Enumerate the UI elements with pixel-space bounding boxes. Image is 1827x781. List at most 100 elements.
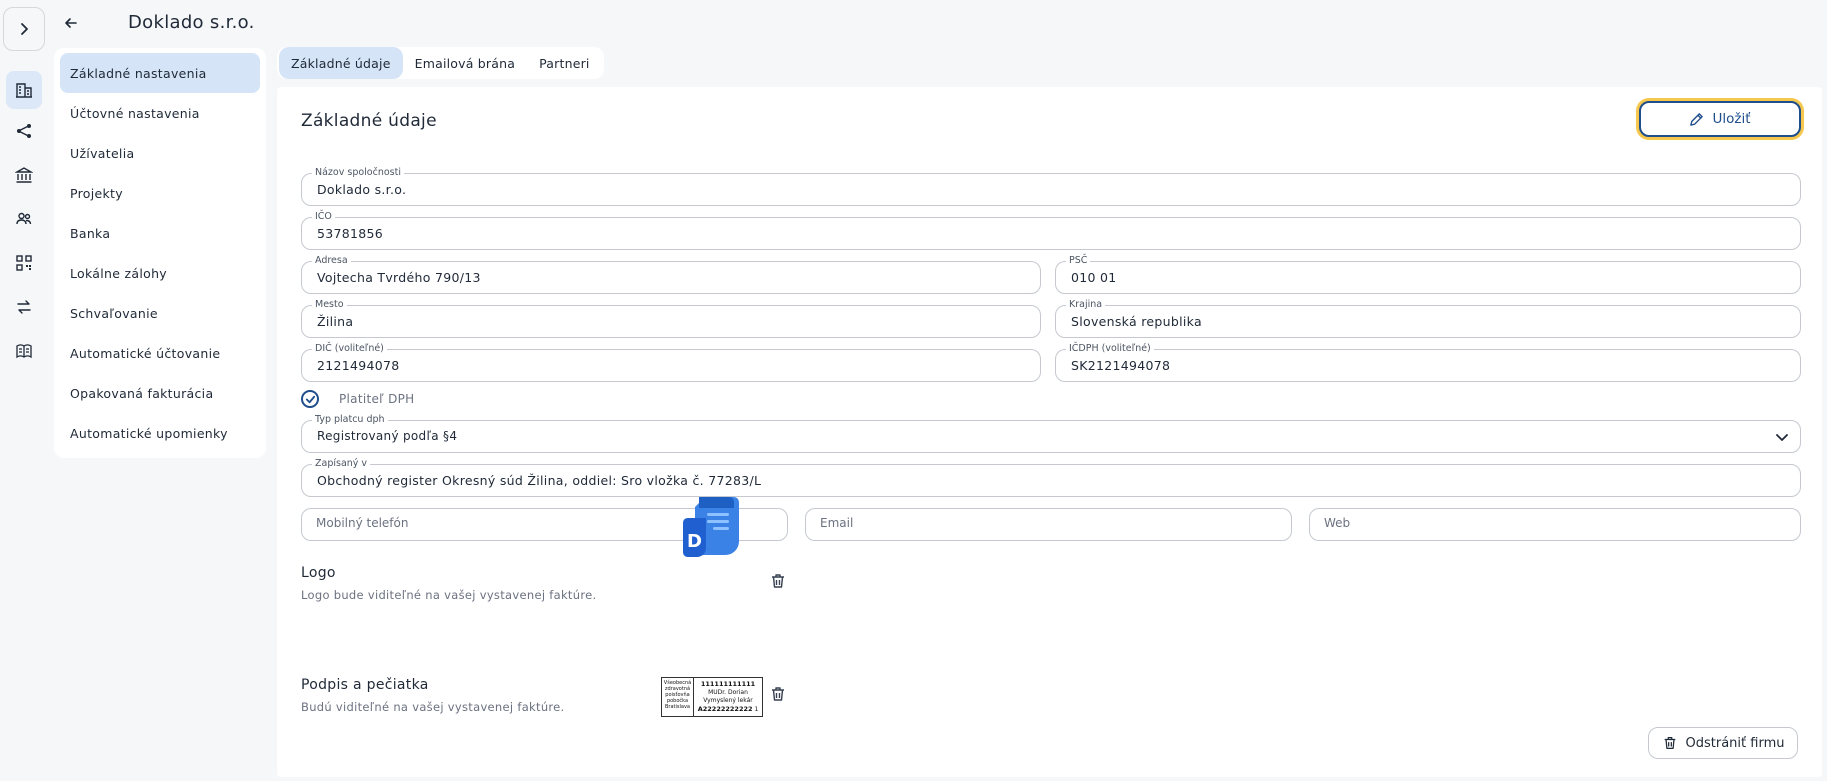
qr-code-icon	[16, 255, 32, 271]
tab-partners[interactable]: Partneri	[527, 47, 602, 79]
book-icon	[16, 344, 32, 359]
delete-logo-button[interactable]	[767, 570, 789, 592]
vat-type-select[interactable]: Typ platcu dph Registrovaný podľa §4	[301, 414, 1801, 453]
psc-field[interactable]: PSČ 010 01	[1055, 255, 1801, 294]
settings-menu: Základné nastavenia Účtovné nastavenia U…	[54, 48, 266, 458]
vat-payer-checkbox[interactable]	[301, 390, 319, 408]
trash-icon	[772, 574, 784, 588]
trash-icon	[1664, 737, 1675, 749]
expand-rail-button[interactable]	[3, 7, 45, 51]
ico-label: IČO	[312, 211, 335, 223]
stamp-line3: A22222222222	[697, 705, 753, 713]
icdph-value: SK2121494078	[1071, 358, 1171, 373]
logo-title: Logo	[301, 565, 336, 581]
icdph-field[interactable]: IČDPH (voliteľné) SK2121494078	[1055, 343, 1801, 382]
rail-qr-button[interactable]	[8, 247, 40, 279]
dic-value: 2121494078	[317, 358, 400, 373]
ico-field[interactable]: IČO 53781856	[301, 211, 1801, 250]
web-field[interactable]	[1309, 508, 1801, 541]
delete-company-button[interactable]: Odstrániť firmu	[1648, 727, 1798, 759]
vat-type-label: Typ platcu dph	[312, 414, 388, 426]
stamp-mark: 1	[754, 706, 759, 713]
tab-basic-info[interactable]: Základné údaje	[279, 47, 403, 79]
share-flow-icon	[17, 124, 31, 138]
company-name-field[interactable]: Názov spoločnosti Doklado s.r.o.	[301, 167, 1801, 206]
rail-company-button[interactable]	[6, 71, 42, 109]
page-title: Doklado s.r.o.	[128, 12, 255, 33]
nav-rail	[0, 0, 48, 781]
save-label: Uložiť	[1712, 111, 1751, 127]
section-title: Základné údaje	[301, 111, 437, 131]
country-field[interactable]: Krajina Slovenská republika	[1055, 299, 1801, 338]
logo-description: Logo bude viditeľné na vašej vystavenej …	[301, 588, 597, 602]
tab-bar: Základné údaje Emailová brána Partneri	[277, 47, 604, 79]
basic-info-card: Základné údaje Uložiť Názov spoločnosti …	[277, 87, 1822, 777]
registered-value: Obchodný register Okresný súd Žilina, od…	[317, 473, 762, 488]
vat-payer-row: Platiteľ DPH	[301, 390, 414, 408]
registered-label: Zapísaný v	[312, 458, 371, 470]
vat-type-value: Registrovaný podľa §4	[317, 429, 458, 443]
menu-item-users[interactable]: Užívatelia	[60, 133, 260, 173]
menu-item-accounting-settings[interactable]: Účtovné nastavenia	[60, 93, 260, 133]
city-value: Žilina	[317, 314, 354, 329]
dic-field[interactable]: DIČ (voliteľné) 2121494078	[301, 343, 1041, 382]
tab-email-gateway[interactable]: Emailová brána	[403, 47, 527, 79]
dic-label: DIČ (voliteľné)	[312, 343, 387, 355]
address-label: Adresa	[312, 255, 351, 267]
chevron-right-icon	[21, 23, 28, 35]
arrow-left-icon	[65, 18, 77, 28]
delete-signature-button[interactable]	[767, 683, 789, 705]
pencil-icon	[1690, 112, 1704, 126]
email-field[interactable]	[805, 508, 1292, 541]
vat-payer-label: Platiteľ DPH	[339, 392, 415, 406]
rail-users-button[interactable]	[8, 203, 40, 235]
city-field[interactable]: Mesto Žilina	[301, 299, 1041, 338]
rail-flow-button[interactable]	[8, 115, 40, 147]
web-input[interactable]	[1324, 516, 1716, 530]
stamp-line2: MUDr. Dorian Vymyslený lekár	[703, 689, 753, 704]
bank-icon	[15, 167, 33, 183]
signature-stamp-image: Všeobecná zdravotná poisťovňa pobočka Br…	[661, 677, 763, 717]
address-value: Vojtecha Tvrdého 790/13	[317, 270, 481, 285]
trash-icon	[772, 687, 784, 701]
email-input[interactable]	[820, 516, 1208, 530]
signature-title: Podpis a pečiatka	[301, 677, 429, 693]
menu-item-basic-settings[interactable]: Základné nastavenia	[60, 53, 260, 93]
menu-item-auto-accounting[interactable]: Automatické účtovanie	[60, 333, 260, 373]
menu-item-approval[interactable]: Schvaľovanie	[60, 293, 260, 333]
rail-book-button[interactable]	[8, 335, 40, 367]
rail-bank-button[interactable]	[8, 159, 40, 191]
registered-field[interactable]: Zapísaný v Obchodný register Okresný súd…	[301, 458, 1801, 497]
stamp-right: 111111111111 MUDr. Dorian Vymyslený leká…	[694, 678, 762, 716]
address-field[interactable]: Adresa Vojtecha Tvrdého 790/13	[301, 255, 1041, 294]
menu-item-recurring-invoicing[interactable]: Opakovaná fakturácia	[60, 373, 260, 413]
menu-item-bank[interactable]: Banka	[60, 213, 260, 253]
company-logo-image: D	[679, 493, 745, 559]
stamp-left-text: Všeobecná zdravotná poisťovňa pobočka Br…	[662, 678, 694, 716]
ico-value: 53781856	[317, 226, 384, 241]
menu-item-projects[interactable]: Projekty	[60, 173, 260, 213]
users-icon	[16, 212, 32, 225]
psc-value: 010 01	[1071, 270, 1117, 285]
check-icon	[305, 395, 315, 403]
back-button[interactable]	[60, 12, 82, 34]
delete-company-label: Odstrániť firmu	[1685, 735, 1785, 751]
signature-description: Budú viditeľné na vašej vystavenej faktú…	[301, 700, 565, 714]
swap-arrows-icon	[17, 300, 31, 314]
rail-transfer-button[interactable]	[8, 291, 40, 323]
icdph-label: IČDPH (voliteľné)	[1066, 343, 1154, 355]
menu-item-local-backups[interactable]: Lokálne zálohy	[60, 253, 260, 293]
menu-item-auto-reminders[interactable]: Automatické upomienky	[60, 413, 260, 453]
chevron-down-icon	[1776, 434, 1788, 441]
stamp-line1: 111111111111	[700, 680, 756, 688]
psc-label: PSČ	[1066, 255, 1091, 267]
building-icon	[16, 83, 32, 98]
save-button[interactable]: Uložiť	[1639, 101, 1801, 137]
company-name-label: Názov spoločnosti	[312, 167, 404, 179]
city-label: Mesto	[312, 299, 347, 311]
country-label: Krajina	[1066, 299, 1106, 311]
logo-letter: D	[687, 531, 702, 552]
company-name-value: Doklado s.r.o.	[317, 182, 407, 197]
phone-input[interactable]	[316, 516, 704, 530]
country-value: Slovenská republika	[1071, 314, 1202, 329]
